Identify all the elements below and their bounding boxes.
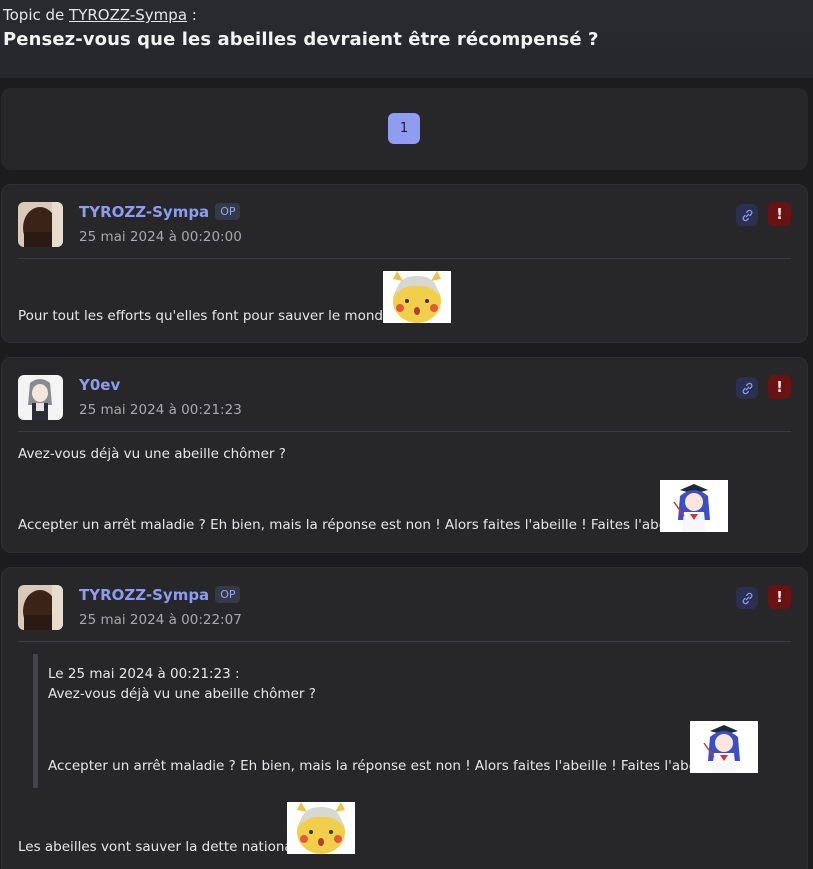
permalink-button[interactable]: [736, 587, 758, 609]
permalink-button[interactable]: [736, 377, 758, 399]
quote-bar: [33, 654, 38, 788]
quote-header: Le 25 mai 2024 à 00:21:23 :: [48, 666, 240, 682]
author-name[interactable]: Y0ev: [79, 376, 120, 394]
op-badge: OP: [215, 203, 241, 220]
op-badge: OP: [215, 586, 241, 603]
post-author[interactable]: TYROZZ-Sympa OP: [79, 203, 241, 221]
report-icon: !: [776, 378, 783, 396]
avatar[interactable]: [18, 202, 63, 247]
avatar[interactable]: [18, 585, 63, 630]
link-icon: [742, 592, 752, 604]
author-name[interactable]: TYROZZ-Sympa: [79, 586, 209, 604]
link-icon: [742, 382, 752, 394]
report-button[interactable]: !: [768, 375, 791, 399]
post-divider: [18, 431, 791, 432]
page-button-1[interactable]: 1: [388, 113, 420, 144]
anime-girl-sticker: [660, 480, 728, 532]
quote-text: Avez-vous déjà vu une abeille chômer ?: [48, 686, 316, 702]
topic-line: Topic de TYROZZ-Sympa :: [3, 6, 810, 24]
post: TYROZZ-Sympa OP 25 mai 2024 à 00:20:00 ! …: [1, 184, 808, 343]
post-date: 25 mai 2024 à 00:20:00: [79, 229, 242, 245]
post-date: 25 mai 2024 à 00:21:23: [79, 402, 242, 418]
post-text: Accepter un arrêt maladie ? Eh bien, mai…: [18, 517, 697, 533]
report-icon: !: [776, 205, 783, 223]
topic-prefix: Topic de: [3, 6, 65, 24]
report-button[interactable]: !: [768, 202, 791, 226]
quote-text: Accepter un arrêt maladie ? Eh bien, mai…: [48, 758, 727, 774]
post-text: Pour tout les efforts qu'elles font pour…: [18, 308, 392, 324]
link-icon: [742, 209, 752, 221]
post-date: 25 mai 2024 à 00:22:07: [79, 612, 242, 628]
post-text: Les abeilles vont sauver la dette nation…: [18, 839, 297, 855]
post-author[interactable]: TYROZZ-Sympa OP: [79, 586, 241, 604]
author-name[interactable]: TYROZZ-Sympa: [79, 203, 209, 221]
post: Y0ev 25 mai 2024 à 00:21:23 ! Avez-vous …: [1, 357, 808, 553]
anime-girl-sticker: [690, 721, 758, 773]
pikachu-sticker: [287, 802, 355, 854]
report-button[interactable]: !: [768, 585, 791, 609]
topic-suffix: :: [191, 6, 197, 24]
post-divider: [18, 641, 791, 642]
permalink-button[interactable]: [736, 204, 758, 226]
topic-author-link[interactable]: TYROZZ-Sympa: [69, 6, 187, 24]
post: TYROZZ-Sympa OP 25 mai 2024 à 00:22:07 ! …: [1, 567, 808, 869]
pagination: 1: [1, 88, 808, 170]
post-divider: [18, 258, 791, 259]
topic-header: Topic de TYROZZ-Sympa : Pensez-vous que …: [0, 0, 813, 78]
post-text: Avez-vous déjà vu une abeille chômer ?: [18, 446, 286, 462]
avatar[interactable]: [18, 375, 63, 420]
post-author[interactable]: Y0ev: [79, 376, 120, 394]
page-title: Pensez-vous que les abeilles devraient ê…: [3, 29, 599, 50]
pikachu-sticker: [383, 271, 451, 323]
report-icon: !: [776, 588, 783, 606]
